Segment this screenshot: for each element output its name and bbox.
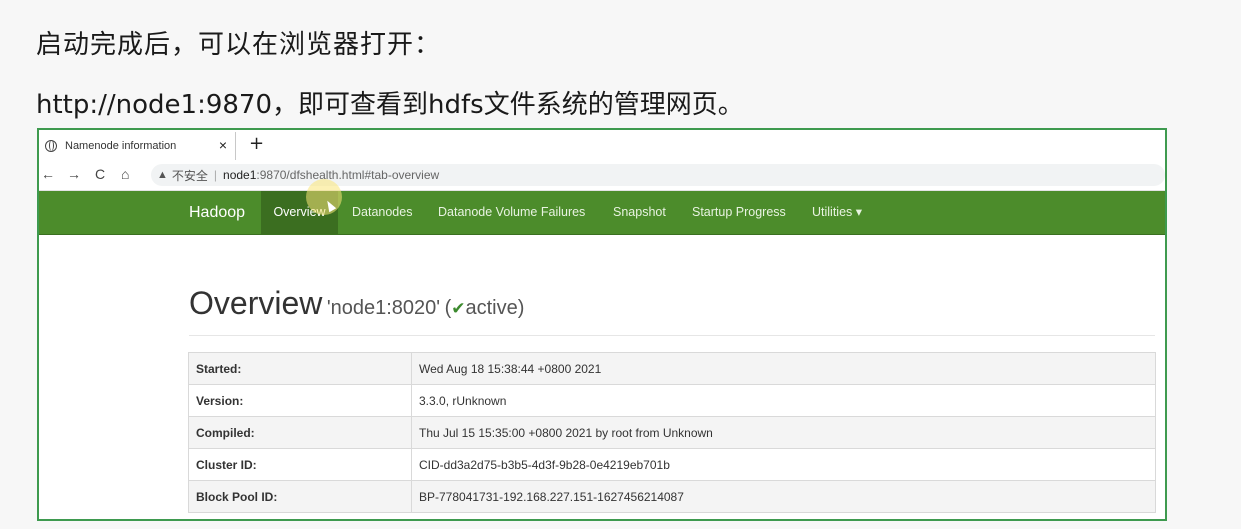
- tab-title: Namenode information: [65, 140, 177, 152]
- row-key: Compiled:: [188, 416, 412, 449]
- overview-info-table: Started: Wed Aug 18 15:38:44 +0800 2021 …: [188, 352, 1156, 513]
- namenode-host: 'node1:8020': [326, 297, 441, 319]
- url-host: node1: [223, 168, 257, 182]
- nav-datanodes[interactable]: Datanodes: [352, 191, 412, 234]
- status-label: active: [465, 297, 518, 319]
- globe-icon: [45, 140, 57, 152]
- row-value: Thu Jul 15 15:35:00 +0800 2021 by root f…: [411, 416, 1156, 449]
- forward-button[interactable]: →: [67, 166, 81, 182]
- hadoop-navbar: Hadoop Overview Datanodes Datanode Volum…: [39, 191, 1165, 235]
- nav-startup-progress[interactable]: Startup Progress: [692, 191, 786, 234]
- address-separator: |: [213, 168, 218, 182]
- security-label[interactable]: 不安全: [172, 167, 208, 184]
- slide-heading-line1: 启动完成后，可以在浏览器打开：: [36, 30, 442, 60]
- divider: [189, 335, 1155, 336]
- browser-tab[interactable]: Namenode information ×: [39, 132, 236, 160]
- row-value: BP-778041731-192.168.227.151-16274562140…: [411, 480, 1156, 513]
- tab-close-button[interactable]: ×: [219, 137, 227, 153]
- slide-heading-line2: http://node1:9870，即可查看到hdfs文件系统的管理网页。: [36, 90, 744, 120]
- row-value: Wed Aug 18 15:38:44 +0800 2021: [411, 352, 1156, 385]
- table-row: Block Pool ID: BP-778041731-192.168.227.…: [188, 480, 1156, 513]
- row-key: Started:: [188, 352, 412, 385]
- table-row: Version: 3.3.0, rUnknown: [188, 384, 1156, 417]
- row-key: Block Pool ID:: [188, 480, 412, 513]
- table-row: Started: Wed Aug 18 15:38:44 +0800 2021: [188, 352, 1156, 385]
- status-paren-close: ): [517, 297, 525, 319]
- table-row: Cluster ID: CID-dd3a2d75-b3b5-4d3f-9b28-…: [188, 448, 1156, 481]
- browser-toolbar: ← → C ⌂ ▲ 不安全 | node1 :9870/dfshealth.ht…: [39, 160, 1165, 191]
- address-bar[interactable]: ▲ 不安全 | node1 :9870/dfshealth.html#tab-o…: [151, 164, 1165, 186]
- cursor-highlight: [306, 179, 342, 215]
- row-key: Cluster ID:: [188, 448, 412, 481]
- warning-icon[interactable]: ▲: [157, 169, 168, 181]
- row-key: Version:: [188, 384, 412, 417]
- home-button[interactable]: ⌂: [121, 166, 129, 182]
- nav-snapshot[interactable]: Snapshot: [613, 191, 666, 234]
- checkmark-icon: ✔: [451, 299, 466, 318]
- row-value: 3.3.0, rUnknown: [411, 384, 1156, 417]
- url-path: :9870/dfshealth.html#tab-overview: [256, 168, 440, 182]
- table-row: Compiled: Thu Jul 15 15:35:00 +0800 2021…: [188, 416, 1156, 449]
- page-content: Overview 'node1:8020' (✔active) Started:…: [39, 235, 1165, 519]
- hadoop-brand[interactable]: Hadoop: [189, 204, 245, 222]
- overview-title: Overview: [189, 285, 323, 321]
- tab-bar: Namenode information × +: [39, 130, 1165, 160]
- nav-datanode-volume-failures[interactable]: Datanode Volume Failures: [438, 191, 585, 234]
- browser-window: Namenode information × + ← → C ⌂ ▲ 不安全 |…: [37, 128, 1167, 521]
- new-tab-button[interactable]: +: [249, 133, 264, 154]
- row-value: CID-dd3a2d75-b3b5-4d3f-9b28-0e4219eb701b: [411, 448, 1156, 481]
- reload-button[interactable]: C: [95, 166, 105, 182]
- nav-utilities-dropdown[interactable]: Utilities ▾: [812, 191, 862, 234]
- back-button[interactable]: ←: [41, 166, 55, 182]
- overview-heading: Overview 'node1:8020' (✔active): [189, 285, 524, 322]
